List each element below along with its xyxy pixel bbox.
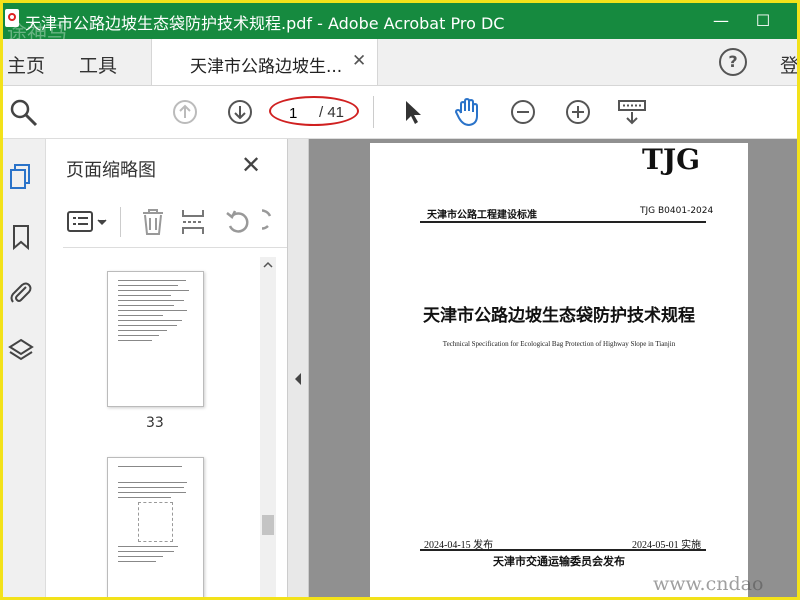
navigation-rail xyxy=(3,139,46,597)
scroll-up-icon[interactable] xyxy=(263,259,273,273)
pdf-page: TJG 天津市公路工程建设标准 TJG B0401-2024 天津市公路边坡生态… xyxy=(370,143,748,597)
standard-logo: TJG xyxy=(642,143,700,176)
thumbnail-content xyxy=(118,280,193,345)
bookmarks-icon[interactable] xyxy=(8,223,32,251)
document-tab-label: 天津市公路边坡生... xyxy=(190,57,343,77)
document-viewer: TJG 天津市公路工程建设标准 TJG B0401-2024 天津市公路边坡生态… xyxy=(288,139,797,597)
title-bar: 天津市公路边坡生态袋防护技术规程.pdf - Adobe Acrobat Pro… xyxy=(3,3,797,45)
search-icon[interactable] xyxy=(9,98,39,132)
insert-page-icon[interactable] xyxy=(180,207,206,241)
select-cursor-icon[interactable] xyxy=(403,99,423,129)
rotate-right-icon[interactable] xyxy=(262,207,272,237)
toolbar-divider xyxy=(373,96,374,128)
thumbnail-content xyxy=(118,466,193,566)
thumbnail-page-label: 33 xyxy=(146,415,164,431)
scroll-down-icon[interactable] xyxy=(263,591,273,597)
page-thumbnail[interactable] xyxy=(107,271,204,407)
fit-page-icon[interactable] xyxy=(617,98,647,130)
panel-title: 页面缩略图 xyxy=(66,160,156,181)
rotate-left-icon[interactable] xyxy=(224,207,252,241)
zoom-out-icon[interactable] xyxy=(511,100,535,124)
annotation-ellipse xyxy=(269,96,359,126)
panel-toolbar-divider xyxy=(120,207,121,237)
panel-close-icon[interactable]: ✕ xyxy=(241,151,261,179)
standard-code: TJG B0401-2024 xyxy=(640,206,714,216)
attachments-icon[interactable] xyxy=(8,279,32,305)
maximize-button[interactable]: ☐ xyxy=(743,7,783,35)
minimize-button[interactable]: — xyxy=(701,7,741,35)
collapse-panel-icon[interactable] xyxy=(293,371,303,390)
page-thumbnails-panel: 页面缩略图 ✕ 33 xyxy=(46,139,288,597)
toolbar: / 41 xyxy=(3,86,797,139)
panel-toolbar xyxy=(66,205,272,241)
menu-tools[interactable]: 工具 xyxy=(79,51,117,78)
bottom-rule xyxy=(420,549,706,551)
hand-tool-icon[interactable] xyxy=(453,97,483,131)
app-window: 天津市公路边坡生态袋防护技术规程.pdf - Adobe Acrobat Pro… xyxy=(0,0,800,600)
thumbnail-options-icon[interactable] xyxy=(66,209,112,239)
delete-page-icon[interactable] xyxy=(140,207,166,241)
standard-category: 天津市公路工程建设标准 xyxy=(427,210,537,221)
document-title-english: Technical Specification for Ecological B… xyxy=(442,340,676,348)
menu-home[interactable]: 主页 xyxy=(7,51,45,78)
watermark-bottomright: www.cndao xyxy=(653,573,764,595)
viewer-right-margin xyxy=(750,139,797,597)
menu-bar: 主页 工具 天津市公路边坡生... ✕ ? 登 xyxy=(3,39,797,86)
login-link[interactable]: 登 xyxy=(780,51,797,78)
top-rule xyxy=(420,221,706,223)
panel-divider xyxy=(63,247,287,248)
close-tab-icon[interactable]: ✕ xyxy=(352,51,366,71)
thumbnail-scrollbar[interactable] xyxy=(260,257,276,597)
scrollbar-thumb[interactable] xyxy=(262,515,274,535)
document-title: 天津市公路边坡生态袋防护技术规程 xyxy=(423,306,695,326)
help-icon[interactable]: ? xyxy=(719,48,747,76)
next-page-icon[interactable] xyxy=(228,100,252,124)
issuing-authority: 天津市交通运输委员会发布 xyxy=(493,555,625,568)
layers-icon[interactable] xyxy=(8,337,34,363)
thumbnail-figure xyxy=(138,502,173,542)
window-title: 天津市公路边坡生态袋防护技术规程.pdf - Adobe Acrobat Pro… xyxy=(25,14,505,33)
page-thumbnails-icon[interactable] xyxy=(8,163,32,189)
document-tab[interactable]: 天津市公路边坡生... ✕ xyxy=(151,39,378,85)
panel-collapse-strip[interactable] xyxy=(288,139,309,597)
previous-page-icon[interactable] xyxy=(173,100,197,124)
page-thumbnail[interactable] xyxy=(107,457,204,597)
zoom-in-icon[interactable] xyxy=(566,100,590,124)
